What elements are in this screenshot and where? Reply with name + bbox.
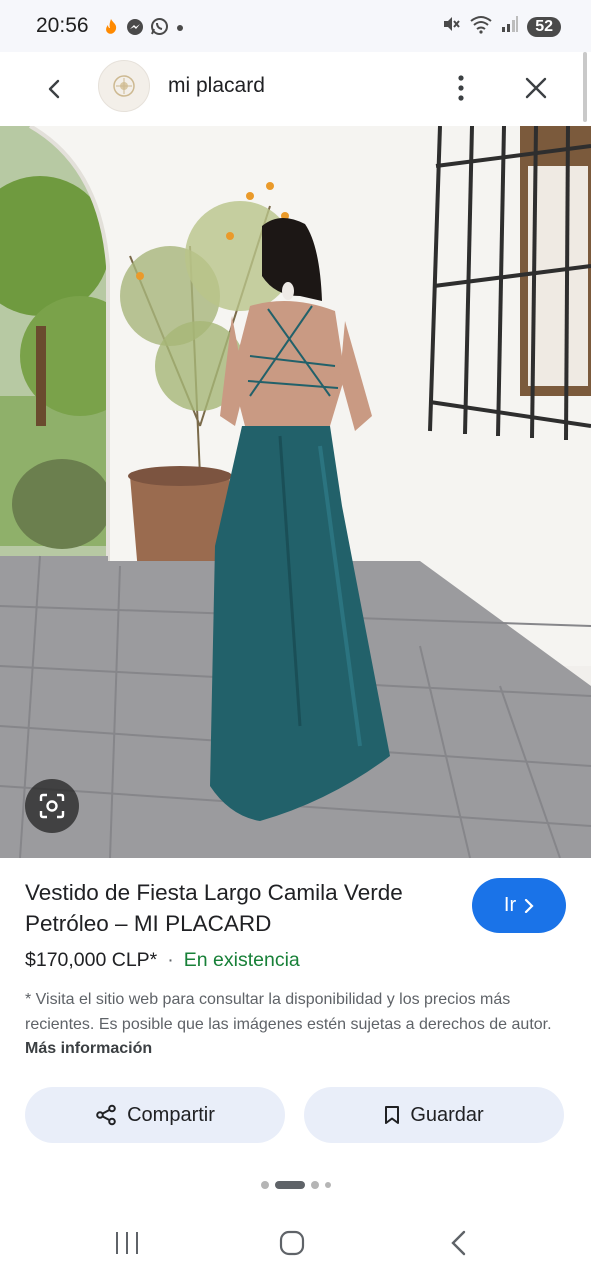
disclaimer-body: * Visita el sitio web para consultar la … (25, 991, 552, 1033)
nav-back-button[interactable] (448, 1229, 470, 1262)
google-lens-button[interactable] (25, 779, 79, 833)
close-icon (525, 77, 547, 99)
header-bar: mi placard (0, 52, 591, 126)
lens-icon (39, 793, 65, 819)
disclaimer-text: * Visita el sitio web para consultar la … (25, 988, 565, 1062)
signal-icon (501, 15, 519, 38)
bookmark-icon (385, 1106, 400, 1124)
whatsapp-icon (150, 17, 169, 41)
mute-icon (441, 14, 461, 39)
stock-status: En existencia (183, 949, 300, 971)
system-icons: 52 (441, 14, 561, 39)
save-button-label: Guardar (410, 1103, 484, 1126)
product-title[interactable]: Vestido de Fiesta Largo Camila Verde Pet… (25, 877, 445, 939)
separator-dot: · (167, 949, 174, 971)
close-button[interactable] (518, 70, 554, 106)
battery-indicator: 52 (527, 16, 561, 37)
image-pager (0, 1181, 591, 1189)
share-button[interactable]: Compartir (25, 1087, 285, 1143)
fire-icon (102, 18, 120, 41)
home-button[interactable] (278, 1229, 306, 1262)
more-options-button[interactable] (446, 70, 476, 106)
site-name: mi placard (168, 74, 265, 97)
save-button[interactable]: Guardar (304, 1087, 564, 1143)
status-time: 20:56 (36, 14, 89, 37)
more-vert-icon (458, 75, 464, 101)
system-nav-bar (0, 1210, 591, 1280)
share-icon (96, 1104, 116, 1126)
go-button[interactable]: Ir (472, 878, 566, 933)
pager-dot[interactable] (260, 1181, 269, 1189)
site-logo (98, 60, 150, 112)
pager-dot-active[interactable] (274, 1181, 305, 1189)
home-icon (279, 1230, 305, 1256)
back-button[interactable] (38, 72, 72, 106)
wifi-icon (469, 14, 493, 39)
price-row: $170,000 CLP* · En existencia (25, 949, 300, 972)
more-info-link[interactable]: Más información (25, 1040, 152, 1057)
product-image[interactable] (0, 126, 591, 858)
share-button-label: Compartir (127, 1103, 215, 1126)
back-arrow-icon (48, 79, 60, 99)
recents-button[interactable] (114, 1230, 140, 1261)
dot-icon (175, 20, 185, 38)
notification-icons (102, 17, 185, 41)
pager-dot[interactable] (324, 1182, 331, 1188)
go-button-label: Ir (503, 894, 517, 916)
recents-icon (116, 1232, 138, 1254)
status-bar: 20:56 52 (0, 0, 591, 52)
chevron-right-icon (525, 898, 534, 913)
scroll-indicator[interactable] (583, 52, 587, 122)
nav-back-icon (451, 1230, 466, 1256)
pager-dot[interactable] (310, 1181, 319, 1189)
messenger-icon (126, 18, 144, 41)
price: $170,000 CLP* (25, 949, 158, 971)
